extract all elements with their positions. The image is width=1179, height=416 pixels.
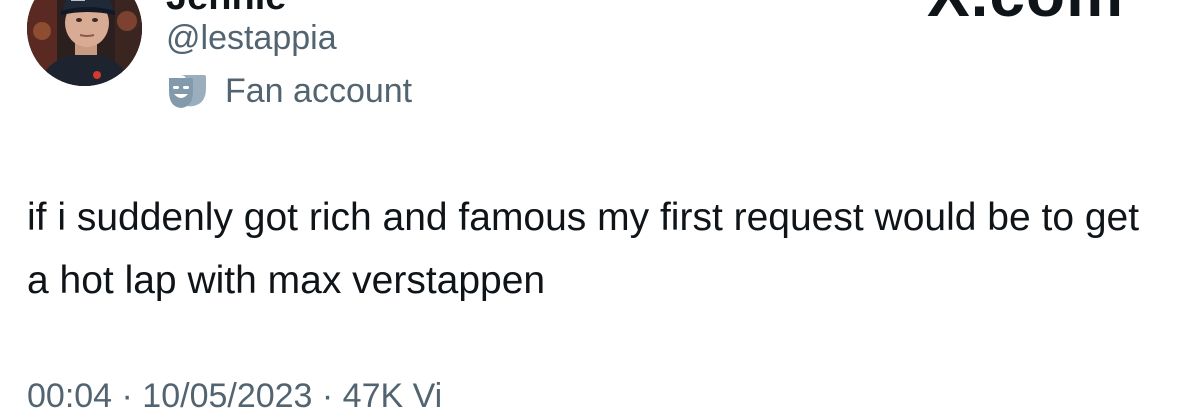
display-name[interactable]: Jennie (166, 0, 286, 16)
account-label: Fan account (166, 71, 412, 111)
tweet-text: if i suddenly got rich and famous my fir… (27, 196, 1140, 302)
tweet-meta[interactable]: 00:04 · 10/05/2023 · 47K Vi (27, 376, 442, 416)
watermark: X.com (927, 0, 1124, 26)
account-label-text: Fan account (225, 72, 413, 110)
handle[interactable]: @lestappia (166, 18, 337, 58)
avatar-photo (27, 0, 142, 86)
avatar[interactable] (27, 0, 142, 86)
drama-masks-icon (166, 71, 208, 111)
